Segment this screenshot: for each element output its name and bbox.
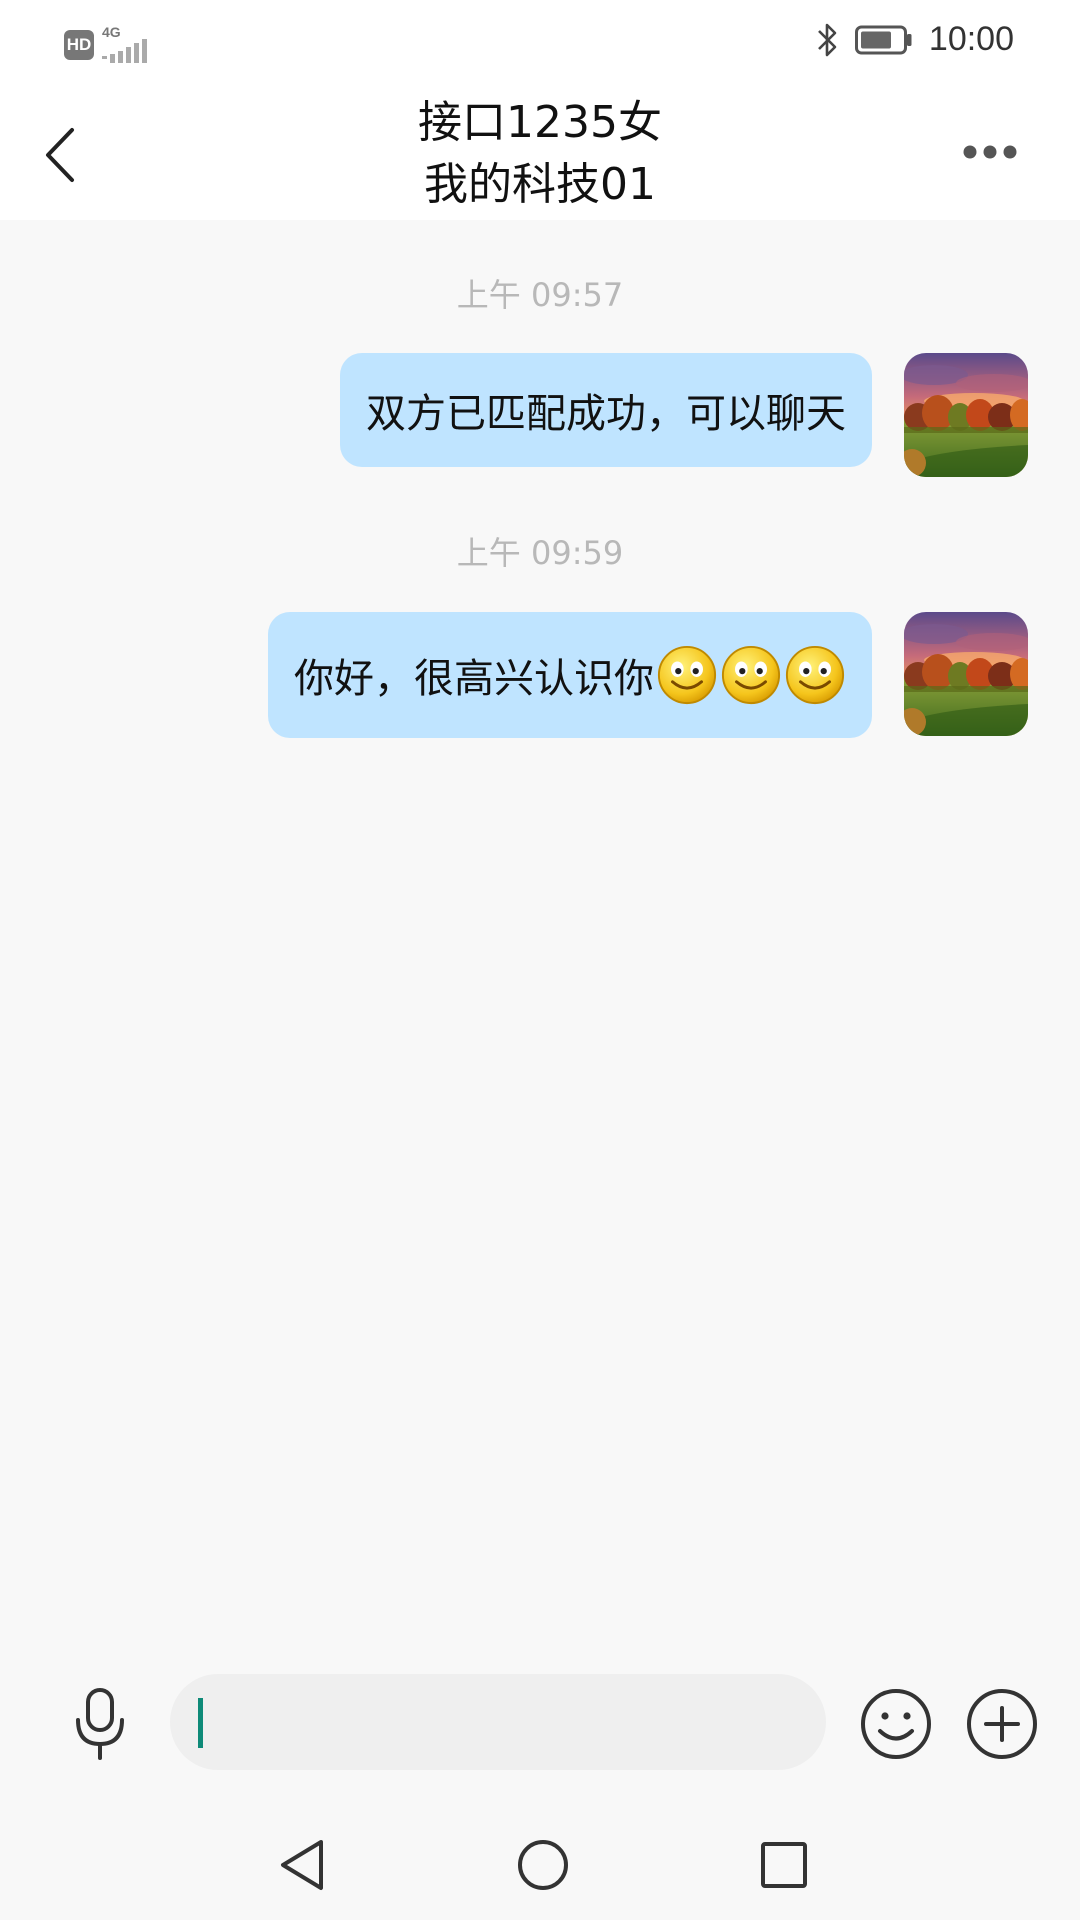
signal-icon: 4G <box>102 24 158 63</box>
nav-home-button[interactable] <box>508 1830 578 1900</box>
nav-back-button[interactable] <box>267 1830 337 1900</box>
avatar[interactable] <box>904 612 1028 736</box>
more-options-button[interactable] <box>950 122 1030 182</box>
emoji-button[interactable] <box>858 1686 934 1762</box>
back-arrow-icon <box>46 128 74 182</box>
message-timestamp: 上午 09:57 <box>456 276 624 314</box>
bluetooth-icon <box>817 23 837 56</box>
nav-recents-button[interactable] <box>749 1830 819 1900</box>
microphone-icon <box>76 1688 124 1760</box>
message-item: 双方已匹配成功，可以聊天 <box>340 353 1028 477</box>
chat-title: 接口1235女 我的科技01 <box>240 92 840 216</box>
message-input-bar <box>0 1660 1080 1778</box>
back-button[interactable] <box>30 120 90 190</box>
chat-title-name: 接口1235女 <box>418 97 662 148</box>
message-bubble[interactable]: 你好，很高兴认识你 <box>268 612 872 738</box>
smiley-emoji <box>784 644 846 706</box>
chat-header: 接口1235女 我的科技01 <box>0 84 1080 220</box>
status-bar: HD 4G 10:00 <box>0 0 1080 84</box>
plus-circle-icon <box>967 1689 1037 1759</box>
smiley-face-icon <box>861 1689 931 1759</box>
message-text: 双方已匹配成功，可以聊天 <box>366 391 846 437</box>
message-text: 你好，很高兴认识你 <box>294 656 654 702</box>
status-right: 10:00 <box>815 20 1014 59</box>
nav-home-circle-icon <box>518 1840 568 1890</box>
system-navigation-bar <box>0 1800 1080 1920</box>
text-cursor <box>198 1698 203 1748</box>
message-item: 你好，很高兴认识你 <box>268 612 1028 738</box>
chat-title-subtitle: 我的科技01 <box>424 159 656 210</box>
smiley-emoji <box>720 644 782 706</box>
avatar[interactable] <box>904 353 1028 477</box>
message-input[interactable] <box>170 1674 826 1770</box>
status-time: 10:00 <box>928 20 1014 58</box>
voice-input-button[interactable] <box>60 1684 140 1764</box>
message-bubble[interactable]: 双方已匹配成功，可以聊天 <box>340 353 872 467</box>
more-dots-icon <box>963 145 1017 159</box>
hd-icon: HD <box>64 30 94 60</box>
nav-recents-square-icon <box>761 1842 807 1888</box>
battery-icon <box>854 25 912 54</box>
message-timestamp: 上午 09:59 <box>456 534 624 572</box>
status-left: HD 4G <box>64 24 158 63</box>
nav-back-triangle-icon <box>281 1840 323 1890</box>
more-actions-button[interactable] <box>964 1686 1040 1762</box>
chat-message-list[interactable]: 上午 09:57 双方已匹配成功，可以聊天 上午 09:59 你好，很高兴认识你 <box>0 220 1080 1660</box>
smiley-emoji <box>656 644 718 706</box>
